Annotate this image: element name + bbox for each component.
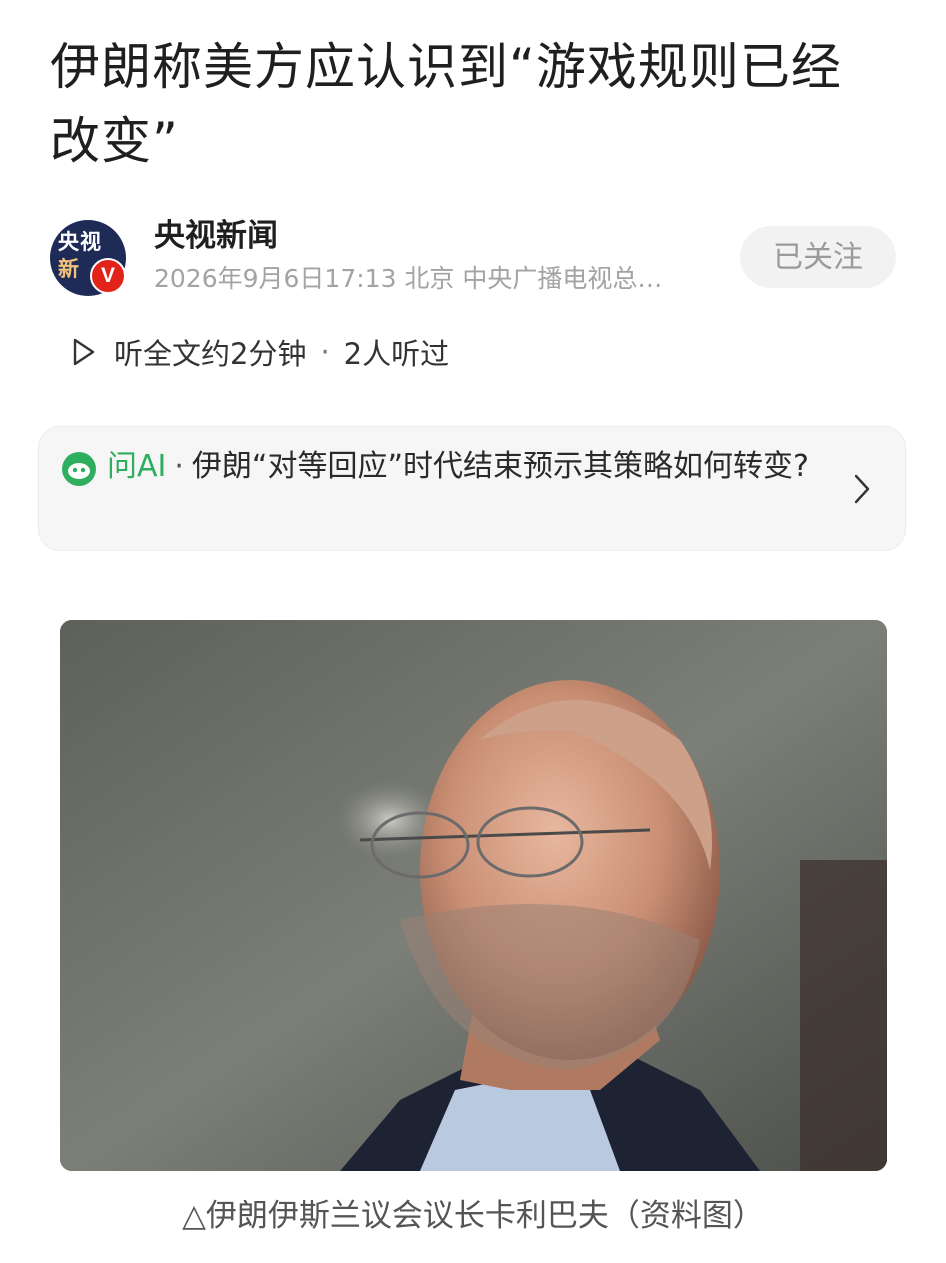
play-icon: [73, 338, 95, 366]
follow-button[interactable]: 已关注: [740, 226, 896, 288]
publish-meta: 2026年9月6日17:13 北京 中央广播电视总…: [154, 264, 663, 293]
portrait-image: [60, 620, 887, 1171]
avatar-logo-line1: 央视: [58, 230, 102, 254]
author-row: 央视 新 V 央视新闻 2026年9月6日17:13 北京 中央广播电视总… 已…: [50, 216, 896, 296]
chevron-right-icon: [854, 474, 870, 504]
author-name[interactable]: 央视新闻: [154, 216, 278, 256]
ask-ai-question: 伊朗“对等回应”时代结束预示其策略如何转变?: [191, 449, 809, 484]
listen-separator: ·: [320, 335, 330, 369]
ask-ai-text: 问AI · 伊朗“对等回应”时代结束预示其策略如何转变?: [107, 445, 837, 489]
verified-badge-icon: V: [90, 258, 126, 294]
article-photo[interactable]: [60, 620, 887, 1171]
ask-ai-card[interactable]: 问AI · 伊朗“对等回应”时代结束预示其策略如何转变?: [38, 426, 906, 551]
ask-ai-label: 问AI: [107, 449, 167, 484]
ask-ai-separator: ·: [174, 449, 184, 484]
article-title: 伊朗称美方应认识到“游戏规则已经改变”: [50, 38, 842, 170]
ai-face-icon: [62, 452, 96, 486]
listen-count: 2人听过: [343, 337, 450, 371]
photo-caption: △伊朗伊斯兰议会议长卡利巴夫（资料图）: [182, 1198, 764, 1234]
listen-full-article[interactable]: 听全文约2分钟 · 2人听过: [72, 330, 449, 374]
listen-duration: 听全文约2分钟: [114, 337, 307, 371]
